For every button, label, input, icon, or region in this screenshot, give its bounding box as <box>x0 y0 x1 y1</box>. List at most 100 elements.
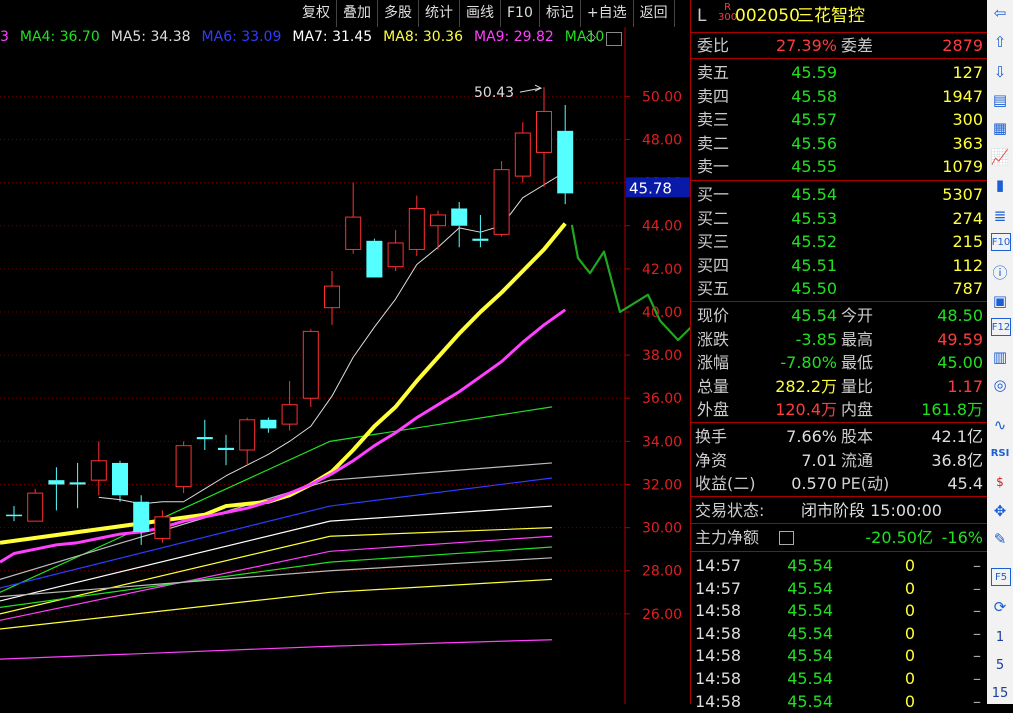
y-tick-label: 26.00 <box>642 607 682 623</box>
candle-body <box>281 404 298 425</box>
candle[interactable] <box>557 104 574 205</box>
candle-body <box>387 242 404 268</box>
news-icon[interactable]: ≣ <box>989 205 1011 227</box>
tick-volume: 0 <box>904 623 915 643</box>
kline-icon[interactable]: ▮ <box>989 174 1011 196</box>
toolbar-button[interactable]: F10 <box>501 0 540 27</box>
detail-icon[interactable] <box>779 531 794 545</box>
y-tick-label: 40.00 <box>642 305 682 321</box>
tick-price: 45.54 <box>787 691 833 711</box>
candle-body <box>48 480 65 485</box>
tick-flag: – <box>973 601 981 621</box>
candle-body <box>408 207 425 250</box>
candle[interactable] <box>514 122 531 183</box>
candle[interactable] <box>366 238 383 278</box>
candle[interactable] <box>430 210 446 250</box>
candle[interactable] <box>27 488 44 522</box>
ask-label: 卖四 <box>697 86 730 106</box>
quote-icon[interactable]: ▤ <box>989 89 1011 111</box>
bid-volume: 274 <box>952 208 983 228</box>
ask-volume: 363 <box>952 133 983 153</box>
stat-label: 最高 <box>841 329 874 349</box>
info-icon[interactable]: ⓘ <box>989 261 1011 283</box>
money-icon[interactable]: $ <box>989 471 1011 493</box>
current-price-label: 45.78 <box>629 179 672 197</box>
fund-value: 36.8亿 <box>931 450 983 470</box>
kline-chart[interactable]: 50.0048.0046.0044.0042.0040.0038.0036.00… <box>0 27 690 704</box>
toolbar-button[interactable]: 画线 <box>460 0 501 27</box>
period-15-icon[interactable]: 15 <box>989 682 1011 704</box>
arrow-left-icon[interactable]: ⇦ <box>989 2 1011 24</box>
candle[interactable] <box>302 329 319 407</box>
candle[interactable] <box>6 506 22 522</box>
candle[interactable] <box>133 495 150 545</box>
table-icon[interactable]: ▦ <box>989 117 1011 139</box>
compare-icon[interactable]: ▥ <box>989 346 1011 368</box>
candle[interactable] <box>196 419 213 450</box>
tick-volume: 0 <box>904 556 915 575</box>
toolbar-button[interactable]: 标记 <box>540 0 581 27</box>
period-5-icon[interactable]: 5 <box>989 654 1011 676</box>
candle-body <box>557 130 574 194</box>
candle[interactable] <box>408 195 425 256</box>
profile-icon[interactable]: ▣ <box>989 290 1011 312</box>
candle[interactable] <box>239 417 256 466</box>
fund-value: 0.570 <box>791 474 837 493</box>
candle[interactable] <box>345 182 362 254</box>
fund-label: PE(动) <box>841 474 890 493</box>
candle[interactable] <box>387 230 404 272</box>
toolbar-button[interactable]: 统计 <box>419 0 460 27</box>
high-marker-arrowhead <box>534 84 543 92</box>
tick-flag: – <box>973 691 981 711</box>
stat-value: 282.2万 <box>775 376 837 396</box>
market-tag: L <box>697 6 707 26</box>
toolbar-button[interactable]: 多股 <box>378 0 419 27</box>
circle-icon[interactable]: ◎ <box>989 374 1011 396</box>
fund-value: 45.4 <box>947 474 983 493</box>
y-tick-label: 34.00 <box>642 434 682 450</box>
bid-price: 45.50 <box>791 279 837 298</box>
stat-label: 总量 <box>697 376 730 396</box>
tick-volume: 0 <box>904 691 915 711</box>
rsi-icon[interactable]: RSI <box>989 442 1011 464</box>
candle[interactable] <box>175 441 192 494</box>
toolbar-button[interactable]: +自选 <box>581 0 634 27</box>
candle[interactable] <box>536 87 552 187</box>
bid-label: 买二 <box>697 208 730 228</box>
line-chart-icon[interactable]: 📈 <box>989 146 1011 168</box>
arrow-up-icon[interactable]: ⇧ <box>989 31 1011 53</box>
candle[interactable] <box>48 467 65 511</box>
f5-icon[interactable]: F5 <box>991 568 1011 586</box>
candle[interactable] <box>69 462 86 509</box>
f12-icon[interactable]: F12 <box>991 318 1011 336</box>
candle[interactable] <box>451 202 468 248</box>
candle-body <box>451 208 468 226</box>
candle[interactable] <box>90 441 107 496</box>
pen-icon[interactable]: ✎ <box>989 528 1011 550</box>
candle[interactable] <box>281 380 298 431</box>
period-1-icon[interactable]: 1 <box>989 626 1011 648</box>
arrow-down-icon[interactable]: ⇩ <box>989 61 1011 83</box>
candle[interactable] <box>493 161 510 237</box>
move-icon[interactable]: ✥ <box>989 500 1011 522</box>
toolbar-button[interactable]: 叠加 <box>337 0 378 27</box>
candle[interactable] <box>218 434 234 466</box>
tick-time: 14:58 <box>695 623 742 643</box>
toolbar-button[interactable]: 复权 <box>296 0 337 27</box>
toolbar-button[interactable]: 返回 <box>634 0 675 27</box>
f10-icon[interactable]: F10 <box>991 233 1011 251</box>
stat-label: 量比 <box>841 376 874 396</box>
candle-body <box>133 501 150 532</box>
stat-label: 最低 <box>841 353 874 372</box>
wave-icon[interactable]: ∿ <box>989 414 1011 436</box>
main-flow-pct: -16% <box>941 528 983 547</box>
weicha-label: 委差 <box>841 36 874 55</box>
candle[interactable] <box>112 460 128 502</box>
candle[interactable] <box>324 271 340 325</box>
refresh-icon[interactable]: ⟳ <box>989 596 1011 618</box>
high-marker-label: 50.43 <box>474 85 514 101</box>
quote-panel: L R 300 002050 三花智控 委比 27.39% 委差 2879 交易… <box>690 0 988 711</box>
candle[interactable] <box>260 417 277 433</box>
long-ma-line <box>0 557 553 598</box>
stat-value: 49.59 <box>937 329 983 349</box>
